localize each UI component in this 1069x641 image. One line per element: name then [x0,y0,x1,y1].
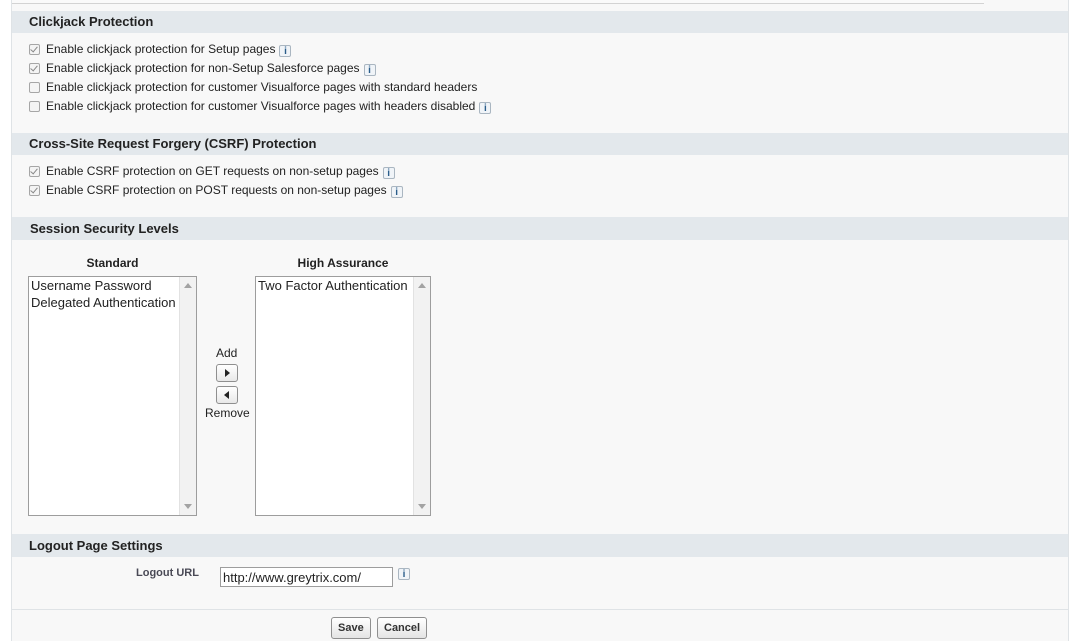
clickjack-setup-row: Enable clickjack protection for Setup pa… [29,40,292,58]
high-assurance-listbox-scrollbar[interactable] [413,277,430,515]
csrf-post-row: Enable CSRF protection on POST requests … [29,181,403,199]
footer-divider [12,609,1068,610]
logout-url-label: Logout URL [136,567,199,579]
list-item[interactable]: Username Password [31,278,152,293]
clickjack-setup-checkbox[interactable] [29,43,40,55]
clickjack-vf-standard-label: Enable clickjack protection for customer… [46,80,478,94]
list-item[interactable]: Two Factor Authentication [258,278,408,293]
clickjack-setup-label: Enable clickjack protection for Setup pa… [46,42,276,56]
clickjack-nonsetup-label: Enable clickjack protection for non-Setu… [46,61,360,75]
logout-section-header: Logout Page Settings [12,534,1068,557]
list-item[interactable]: Delegated Authentication [31,295,176,310]
clickjack-nonsetup-checkbox[interactable] [29,62,40,74]
standard-listbox[interactable]: Username Password Delegated Authenticati… [28,276,197,516]
high-assurance-list-label: High Assurance [297,256,389,270]
csrf-section-header: Cross-Site Request Forgery (CSRF) Protec… [12,133,1068,155]
standard-list-label: Standard [86,256,139,270]
clickjack-vf-disabled-checkbox[interactable] [29,100,40,112]
scroll-up-icon[interactable] [184,283,192,288]
clickjack-vf-disabled-label: Enable clickjack protection for customer… [46,99,476,113]
csrf-post-checkbox[interactable] [29,184,40,196]
scroll-down-icon[interactable] [184,504,192,509]
clickjack-nonsetup-row: Enable clickjack protection for non-Setu… [29,59,376,77]
logout-url-input[interactable] [220,567,393,587]
info-icon[interactable]: i [279,44,292,57]
page-frame: Clickjack Protection Enable clickjack pr… [11,0,1069,641]
arrow-left-icon [224,391,229,399]
standard-listbox-scrollbar[interactable] [179,277,196,515]
info-icon[interactable]: i [479,101,492,114]
clickjack-vf-disabled-row: Enable clickjack protection for customer… [29,97,492,115]
info-icon[interactable]: i [363,63,376,76]
add-label: Add [216,346,238,360]
high-assurance-listbox[interactable]: Two Factor Authentication [255,276,431,516]
info-icon[interactable]: i [390,185,403,198]
scroll-up-icon[interactable] [418,283,426,288]
session-levels-section-header: Session Security Levels [12,217,1068,240]
cancel-button[interactable]: Cancel [377,617,428,639]
remove-button[interactable] [216,386,238,404]
clickjack-vf-standard-row: Enable clickjack protection for customer… [29,78,477,96]
top-scrollbar[interactable] [12,0,984,4]
clickjack-vf-standard-checkbox[interactable] [29,81,40,93]
save-button[interactable]: Save [331,617,371,639]
add-button[interactable] [216,364,238,382]
csrf-get-row: Enable CSRF protection on GET requests o… [29,162,395,180]
arrow-right-icon [225,369,230,377]
info-icon[interactable]: i [398,568,410,580]
info-icon[interactable]: i [382,166,395,179]
csrf-post-label: Enable CSRF protection on POST requests … [46,183,387,197]
remove-label: Remove [205,406,250,420]
csrf-get-label: Enable CSRF protection on GET requests o… [46,164,379,178]
scroll-down-icon[interactable] [418,504,426,509]
csrf-get-checkbox[interactable] [29,165,40,177]
clickjack-section-header: Clickjack Protection [12,11,1068,33]
